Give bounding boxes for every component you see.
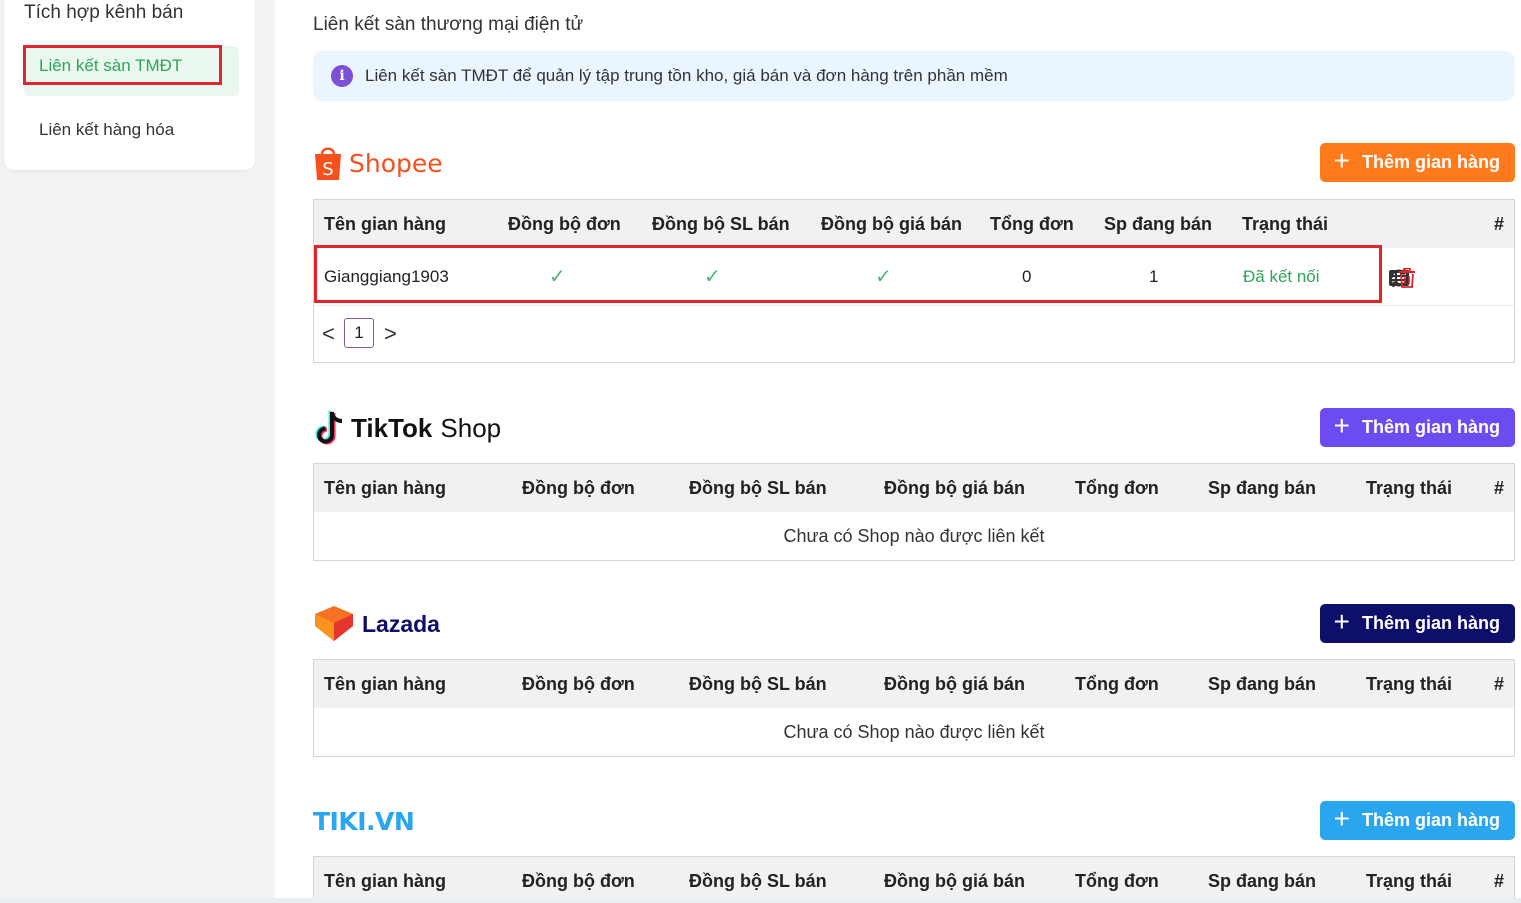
table-header: Tên gian hàng Đồng bộ đơn Đồng bộ SL bán… xyxy=(314,857,1514,903)
col-sync-price: Đồng bộ giá bán xyxy=(884,674,1025,694)
svg-text:S: S xyxy=(322,159,333,180)
tiktok-logo: TikTok Shop xyxy=(313,408,501,448)
empty-state: Chưa có Shop nào được liên kết xyxy=(783,526,1045,546)
lazada-heart-icon xyxy=(315,606,353,641)
tiktok-wordmark: TikTok xyxy=(351,412,433,443)
col-products: Sp đang bán xyxy=(1208,478,1316,498)
col-total-orders: Tổng đơn xyxy=(1075,871,1159,891)
tiki-logo: TIKI.VN xyxy=(313,801,415,841)
sidebar-item-ecommerce-link[interactable]: Liên kết sàn TMĐT xyxy=(23,45,239,96)
table-header: Tên gian hàng Đồng bộ đơn Đồng bộ SL bán… xyxy=(314,464,1514,512)
next-page-button[interactable]: > xyxy=(384,320,397,348)
tiktok-note-icon xyxy=(315,411,343,445)
lazada-wordmark: Lazada xyxy=(362,610,440,637)
col-actions: # xyxy=(1494,674,1505,694)
plus-icon: + xyxy=(1333,803,1350,834)
sidebar-card: Tích hợp kênh bán Liên kết sàn TMĐT Liên… xyxy=(4,0,255,170)
shopee-add-shop-button[interactable]: + Thêm gian hàng xyxy=(1319,143,1515,182)
shop-name: Gianggiang1903 xyxy=(324,267,449,286)
col-status: Trạng thái xyxy=(1242,214,1329,234)
col-sync-qty: Đồng bộ SL bán xyxy=(689,478,827,498)
col-products: Sp đang bán xyxy=(1208,871,1316,891)
tiki-table: Tên gian hàng Đồng bộ đơn Đồng bộ SL bán… xyxy=(313,856,1515,903)
empty-state: Chưa có Shop nào được liên kết xyxy=(783,722,1045,742)
col-sync-price: Đồng bộ giá bán xyxy=(821,214,962,234)
table-row: Gianggiang1903 ✓ ✓ ✓ 0 1 Đã kết nối xyxy=(314,245,1514,306)
col-actions: # xyxy=(1494,871,1505,891)
col-total-orders: Tổng đơn xyxy=(1075,674,1159,694)
pagination: < 1 > xyxy=(314,306,1514,362)
sidebar: Tích hợp kênh bán Liên kết sàn TMĐT Liên… xyxy=(0,0,275,903)
tiktok-table: Tên gian hàng Đồng bộ đơn Đồng bộ SL bán… xyxy=(313,463,1515,561)
col-products: Sp đang bán xyxy=(1104,214,1212,234)
trash-icon[interactable] xyxy=(1396,267,1418,289)
shopee-table: Tên gian hàng Đồng bộ đơn Đồng bộ SL bán… xyxy=(313,199,1515,363)
status-badge: Đã kết nối xyxy=(1243,267,1320,286)
col-total-orders: Tổng đơn xyxy=(990,214,1074,234)
highlight-box xyxy=(314,245,1382,303)
check-icon: ✓ xyxy=(549,266,566,288)
main-content: Liên kết sàn thương mại điện tử i Liên k… xyxy=(275,0,1521,903)
add-button-label: Thêm gian hàng xyxy=(1361,417,1500,437)
col-sync-orders: Đồng bộ đơn xyxy=(522,478,635,498)
bottom-scroll-edge xyxy=(0,898,1521,903)
tiktok-shop-wordmark: Shop xyxy=(440,412,502,443)
col-sync-orders: Đồng bộ đơn xyxy=(508,214,621,234)
plus-icon: + xyxy=(1333,606,1350,637)
shopee-logo: S Shopee xyxy=(313,143,443,183)
col-status: Trạng thái xyxy=(1366,674,1453,694)
info-text: Liên kết sàn TMĐT để quản lý tập trung t… xyxy=(365,66,1008,85)
sidebar-item-label: Liên kết sàn TMĐT xyxy=(39,56,183,75)
sidebar-item-product-link[interactable]: Liên kết hàng hóa xyxy=(24,105,239,155)
lazada-table: Tên gian hàng Đồng bộ đơn Đồng bộ SL bán… xyxy=(313,659,1515,757)
plus-icon: + xyxy=(1333,145,1350,176)
check-icon: ✓ xyxy=(875,266,892,288)
prev-page-button[interactable]: < xyxy=(322,320,335,348)
add-button-label: Thêm gian hàng xyxy=(1361,810,1500,830)
products-count: 1 xyxy=(1149,267,1159,286)
col-sync-price: Đồng bộ giá bán xyxy=(884,871,1025,891)
add-button-label: Thêm gian hàng xyxy=(1361,613,1500,633)
sidebar-title: Tích hợp kênh bán xyxy=(24,2,184,23)
col-sync-orders: Đồng bộ đơn xyxy=(522,871,635,891)
col-products: Sp đang bán xyxy=(1208,674,1316,694)
table-header: Tên gian hàng Đồng bộ đơn Đồng bộ SL bán… xyxy=(314,200,1514,248)
col-shop-name: Tên gian hàng xyxy=(324,478,447,498)
page-title: Liên kết sàn thương mại điện tử xyxy=(313,14,584,35)
col-shop-name: Tên gian hàng xyxy=(324,674,447,694)
col-shop-name: Tên gian hàng xyxy=(324,871,447,891)
sidebar-item-label: Liên kết hàng hóa xyxy=(39,120,175,139)
page-number-button[interactable]: 1 xyxy=(344,318,374,348)
add-button-label: Thêm gian hàng xyxy=(1361,152,1500,172)
shopee-wordmark: Shopee xyxy=(349,148,443,178)
col-status: Trạng thái xyxy=(1366,871,1453,891)
table-header: Tên gian hàng Đồng bộ đơn Đồng bộ SL bán… xyxy=(314,660,1514,708)
plus-icon: + xyxy=(1333,410,1350,441)
col-sync-price: Đồng bộ giá bán xyxy=(884,478,1025,498)
tiki-add-shop-button[interactable]: + Thêm gian hàng xyxy=(1319,801,1515,840)
col-actions: # xyxy=(1494,214,1505,234)
col-sync-qty: Đồng bộ SL bán xyxy=(689,674,827,694)
lazada-logo: Lazada xyxy=(313,604,440,644)
tiktok-add-shop-button[interactable]: + Thêm gian hàng xyxy=(1319,408,1515,447)
col-sync-qty: Đồng bộ SL bán xyxy=(689,871,827,891)
info-banner: i Liên kết sàn TMĐT để quản lý tập trung… xyxy=(313,51,1515,101)
col-shop-name: Tên gian hàng xyxy=(324,214,447,234)
lazada-add-shop-button[interactable]: + Thêm gian hàng xyxy=(1319,604,1515,643)
check-icon: ✓ xyxy=(704,266,721,288)
total-orders: 0 xyxy=(1022,267,1032,286)
col-sync-orders: Đồng bộ đơn xyxy=(522,674,635,694)
col-status: Trạng thái xyxy=(1366,478,1453,498)
shopee-bag-icon: S xyxy=(315,147,341,180)
col-sync-qty: Đồng bộ SL bán xyxy=(652,214,790,234)
tiki-wordmark: TIKI.VN xyxy=(313,806,415,836)
info-icon: i xyxy=(331,65,353,87)
col-total-orders: Tổng đơn xyxy=(1075,478,1159,498)
col-actions: # xyxy=(1494,478,1505,498)
